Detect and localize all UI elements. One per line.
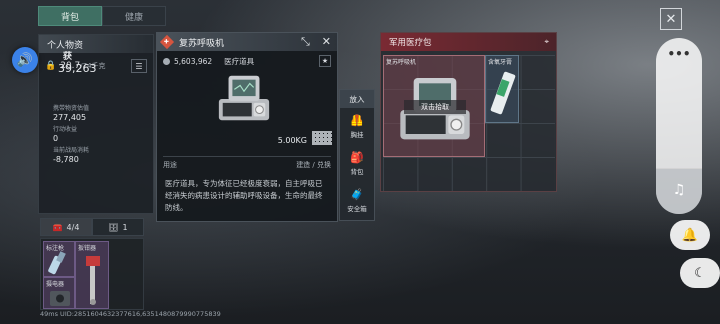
detail-value: 5,603,962 <box>174 56 213 66</box>
put-in-vest-button[interactable]: 🦺 胸挂 <box>340 108 374 145</box>
weight-lock-icon: 🔒 <box>45 61 57 71</box>
stat-label-carry-value: 携带物资估值 <box>53 105 90 112</box>
size-grid-icon <box>312 131 332 145</box>
medical-kit-item-ventilator-name: 复苏呼吸机 <box>386 59 417 66</box>
speaker-icon[interactable]: 🔊 <box>12 47 38 73</box>
status-line: 49ms UID:2851604632377616,63514808799907… <box>40 310 221 318</box>
medical-kit-item-toothpaste[interactable]: 含氧牙膏 <box>485 55 519 123</box>
detail-header: ✚ 复苏呼吸机 ⤡ ✕ <box>157 33 337 51</box>
personal-supplies-panel: 个人物资 🔒 20.7 /74千克 ☰ 携带物资估值 277,405 行动收益 … <box>38 34 154 214</box>
music-note-icon[interactable]: ♫ <box>656 182 702 198</box>
kit-icon: 🧰 <box>52 222 63 232</box>
usage-value: 建造 / 兑换 <box>296 160 331 169</box>
double-tap-pickup-hint: 双击拾取 <box>404 100 466 114</box>
floating-toolbar: ••• ♫ <box>656 38 702 214</box>
personal-supplies-title: 个人物资 <box>39 35 153 53</box>
put-in-header: 放入 <box>340 90 374 108</box>
location-pin-icon[interactable]: ⌖ <box>544 37 549 47</box>
moon-icon: ☾ <box>694 265 706 281</box>
close-icon[interactable]: ✕ <box>322 35 331 49</box>
vest-icon: 🦺 <box>350 114 364 127</box>
case-icon: 🗄 <box>108 222 119 232</box>
ventilator-image <box>218 75 270 121</box>
medical-kit-item-ventilator[interactable]: 复苏呼吸机 双击拾取 <box>383 55 485 157</box>
medical-category-icon: ✚ <box>159 34 175 50</box>
backpack-grid: 标注枪 扳钳器 摄电器 <box>40 238 144 310</box>
tab-health[interactable]: 健康 <box>102 6 166 26</box>
stat-value-carry-value: 277,405 <box>53 113 87 122</box>
bell-button[interactable]: 🔔 <box>670 220 710 250</box>
put-in-backpack-label: 背包 <box>350 168 364 176</box>
kit-count-value: 4/4 <box>66 222 80 232</box>
stat-label-match-cost: 当前战局消耗 <box>53 147 90 154</box>
medical-kit-container: 军用医疗包 ⌖ 复苏呼吸机 双击拾取 含氧牙膏 <box>380 32 557 192</box>
bell-icon: 🔔 <box>681 227 699 243</box>
tab-backpack[interactable]: 背包 <box>38 6 102 26</box>
stat-label-action-gain: 行动收益 <box>53 126 78 133</box>
case-count-value: 1 <box>122 222 128 232</box>
moon-button[interactable]: ☾ <box>680 258 720 288</box>
collapse-icon[interactable]: ⤡ <box>301 35 310 49</box>
fund-value: 39,263 <box>58 62 97 75</box>
list-view-button[interactable]: ☰ <box>131 59 147 73</box>
fund-label: 获 <box>63 52 73 62</box>
container-counts: 🧰 4/4 🗄 1 <box>40 218 144 236</box>
kit-count[interactable]: 🧰 4/4 <box>40 218 92 236</box>
detail-category: 医疗道具 <box>224 56 255 66</box>
backpack-item-3[interactable]: 摄电器 <box>43 277 75 309</box>
detail-weight: 5.00KG <box>277 136 307 145</box>
wrench-icon <box>86 256 100 305</box>
medical-kit-header: 军用医疗包 ⌖ <box>381 33 556 51</box>
close-panel-button[interactable]: ✕ <box>660 8 682 30</box>
stat-value-action-gain: 0 <box>53 134 59 143</box>
favorite-star-icon[interactable]: ★ <box>319 55 331 67</box>
item-detail-popup: ✚ 复苏呼吸机 ⤡ ✕ 5,603,962 医疗道具 ★ 5.00KG 用途 建… <box>156 32 338 222</box>
case-count[interactable]: 🗄 1 <box>92 218 144 236</box>
more-options-icon[interactable]: ••• <box>656 47 702 61</box>
usage-row: 用途 建造 / 兑换 <box>163 156 331 172</box>
put-in-backpack-button[interactable]: 🎒 背包 <box>340 145 374 182</box>
detail-description: 医疗道具，专为体征已经极度衰弱，自主呼吸已经消失的病患设计的辅助呼吸设备，生命的… <box>165 179 323 212</box>
backpack-icon: 🎒 <box>350 151 364 164</box>
put-in-actions: 放入 🦺 胸挂 🎒 背包 🧳 安全箱 <box>339 89 375 221</box>
top-tabs: 背包 健康 <box>38 6 166 26</box>
usage-label: 用途 <box>163 160 177 169</box>
marker-gun-icon <box>48 251 66 275</box>
put-in-vest-label: 胸挂 <box>350 131 364 139</box>
stat-value-match-cost: -8,780 <box>53 155 79 164</box>
put-in-safe-box-label: 安全箱 <box>347 205 367 213</box>
detail-info-row: 5,603,962 医疗道具 ★ <box>157 54 337 68</box>
detail-title: 复苏呼吸机 <box>179 38 225 49</box>
backpack-item-2[interactable]: 扳钳器 <box>75 241 109 309</box>
camera-icon <box>50 291 70 306</box>
toolbar-divider <box>656 168 702 169</box>
put-in-safe-box-button[interactable]: 🧳 安全箱 <box>340 182 374 219</box>
safe-box-icon: 🧳 <box>350 188 364 201</box>
backpack-item-1[interactable]: 标注枪 <box>43 241 75 277</box>
medical-kit-item-toothpaste-name: 含氧牙膏 <box>488 59 513 66</box>
toothpaste-icon <box>490 71 516 115</box>
coin-icon <box>163 57 170 65</box>
medical-kit-title: 军用医疗包 <box>389 38 432 48</box>
